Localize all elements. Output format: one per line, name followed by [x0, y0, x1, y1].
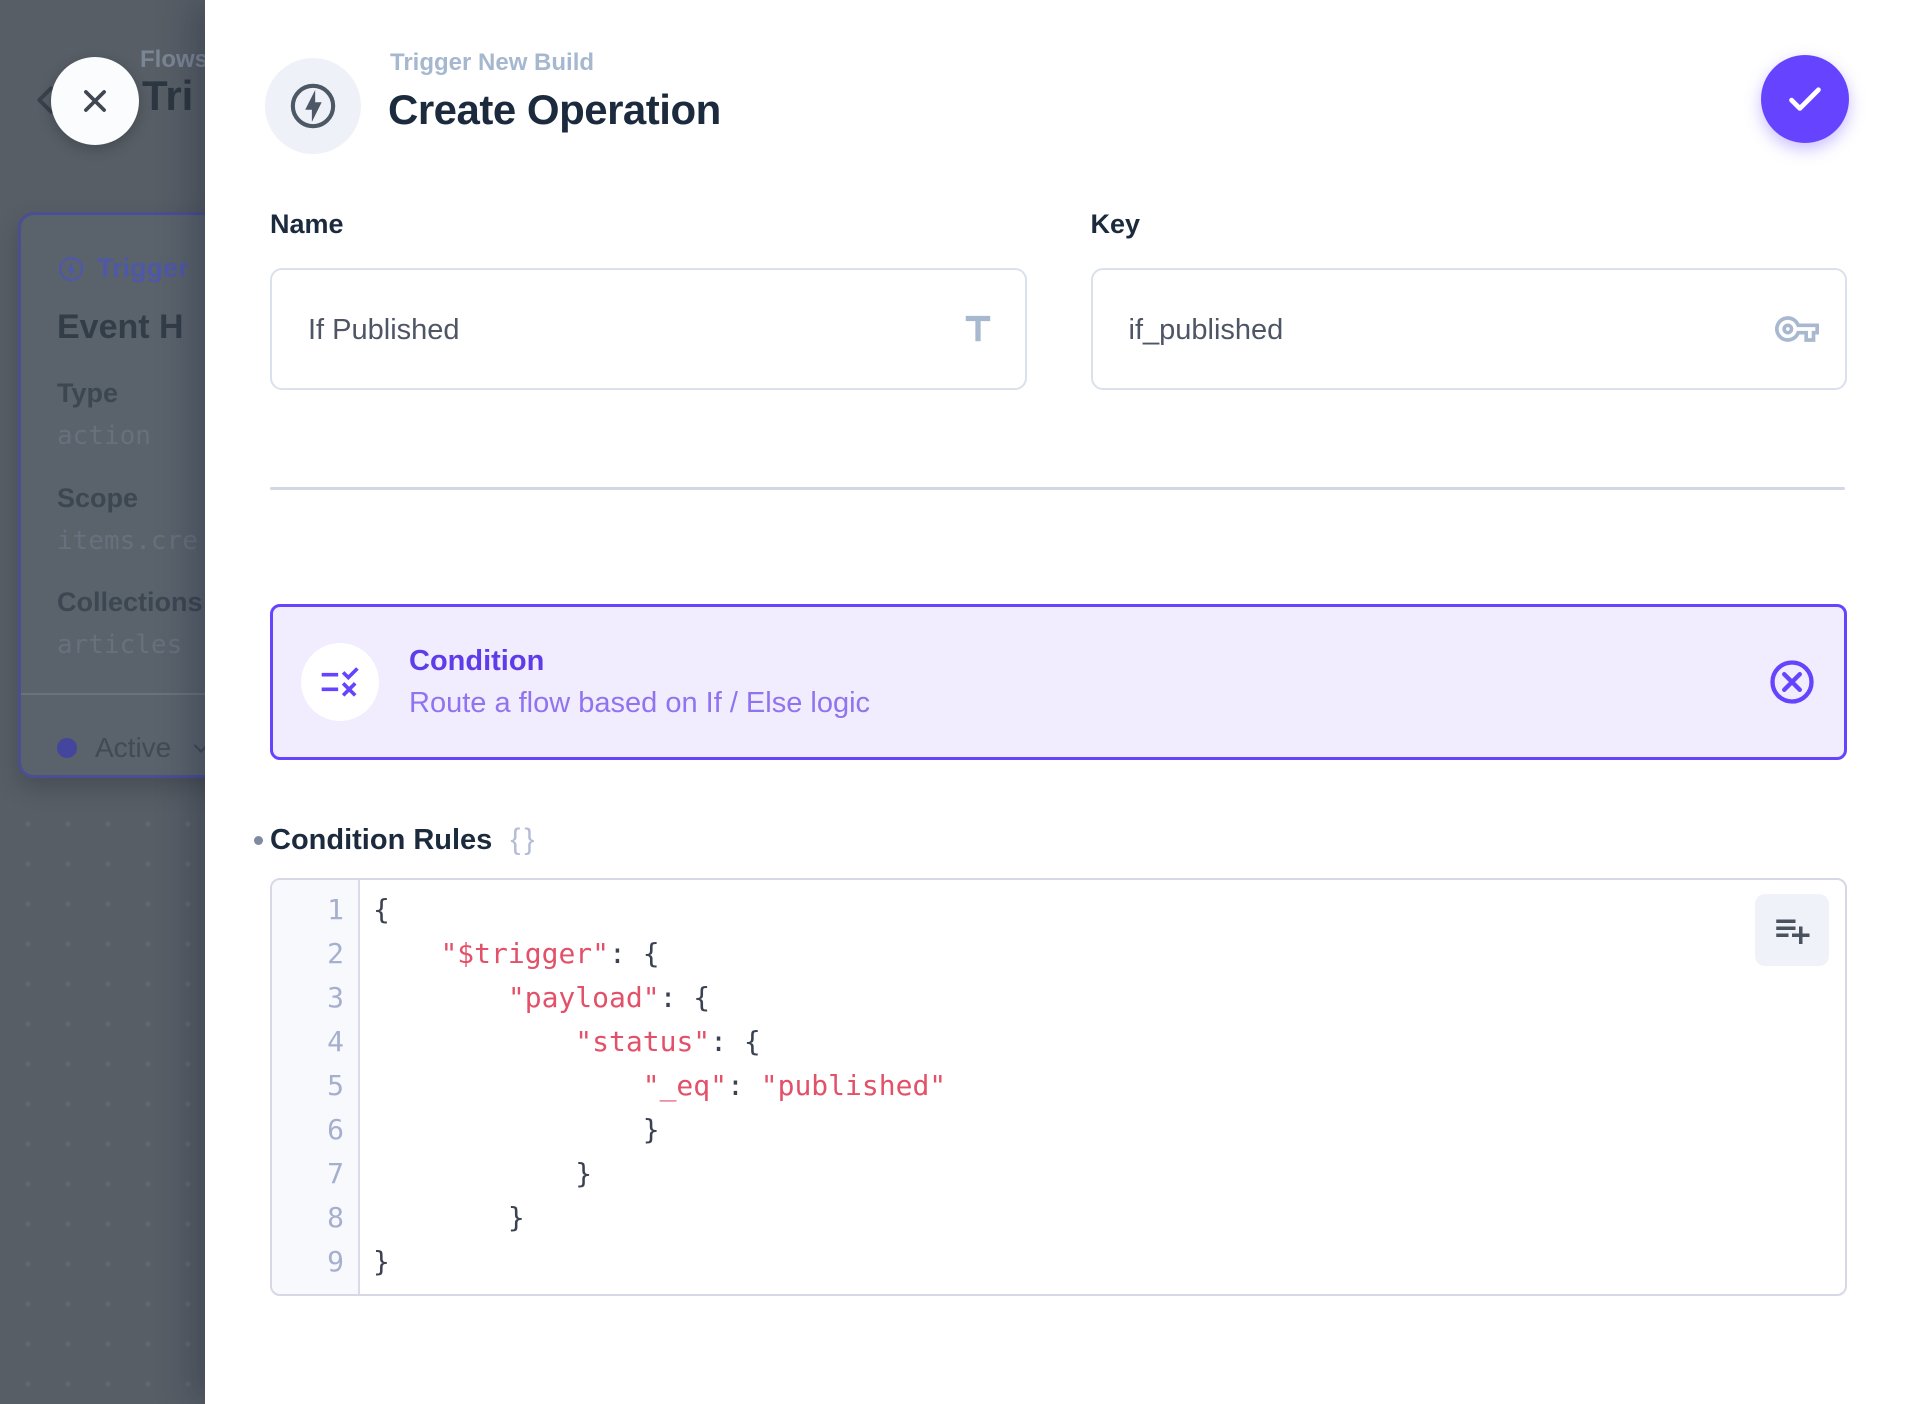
bolt-icon [57, 255, 85, 283]
status-dot [57, 738, 77, 758]
add-template-value-button[interactable] [1755, 894, 1829, 966]
line-number: 5 [272, 1064, 358, 1108]
close-drawer-button[interactable] [51, 57, 139, 145]
key-field-group: Key [1091, 206, 1848, 390]
title-icon [957, 308, 999, 350]
field-label: Collections [57, 587, 203, 618]
field-value: action [57, 421, 151, 451]
check-icon [1782, 76, 1828, 122]
line-number: 6 [272, 1108, 358, 1152]
line-number: 7 [272, 1152, 358, 1196]
field-value: articles [57, 630, 182, 660]
card-divider [21, 693, 205, 695]
condition-rules-label: Condition Rules [270, 824, 492, 857]
form-row: Name Key [270, 206, 1847, 390]
save-button[interactable] [1761, 55, 1849, 143]
code-line[interactable]: "payload": { [373, 976, 1845, 1020]
line-number: 4 [272, 1020, 358, 1064]
create-operation-drawer: Trigger New Build Create Operation Name … [205, 0, 1906, 1404]
code-line[interactable]: } [373, 1152, 1845, 1196]
trigger-card: Trigger Event H Type action Scope items.… [18, 212, 205, 778]
header-icon-circle [265, 58, 361, 154]
condition-panel-text: Condition Route a flow based on If / Els… [409, 644, 870, 720]
drawer-title: Create Operation [388, 82, 721, 138]
line-number: 2 [272, 932, 358, 976]
name-input[interactable] [306, 270, 935, 390]
name-input-wrap [270, 268, 1027, 390]
code-line[interactable]: } [373, 1196, 1845, 1240]
key-input[interactable] [1127, 270, 1756, 390]
playlist-add-icon [1771, 909, 1813, 951]
screen: Flows Tri Trigger Event H Type [0, 0, 1906, 1404]
condition-rules-code-editor[interactable]: 123456789 { "$trigger": { "payload": { "… [270, 878, 1847, 1296]
line-number: 1 [272, 888, 358, 932]
code-lines[interactable]: { "$trigger": { "payload": { "status": {… [360, 880, 1845, 1294]
condition-panel-title: Condition [409, 644, 870, 678]
name-field-label: Name [270, 206, 1027, 242]
condition-rules-heading: Condition Rules {} [270, 820, 538, 860]
code-line[interactable]: "_eq": "published" [373, 1064, 1845, 1108]
edited-indicator-dot [254, 836, 263, 845]
line-number: 9 [272, 1240, 358, 1284]
rule-icon-circle [301, 643, 379, 721]
code-line[interactable]: } [373, 1108, 1845, 1152]
flow-canvas-dot-grid [0, 792, 205, 1404]
json-type-icon: {} [510, 823, 538, 857]
cancel-circle-icon [1766, 656, 1818, 708]
name-field-group: Name [270, 206, 1027, 390]
code-line[interactable]: } [373, 1240, 1845, 1284]
page-title: Tri [142, 72, 193, 120]
trigger-card-label: Trigger [97, 253, 189, 284]
trigger-card-title: Event H [57, 308, 184, 347]
status-dropdown: Active [57, 732, 205, 764]
condition-operation-panel[interactable]: Condition Route a flow based on If / Els… [270, 604, 1847, 760]
close-icon [74, 80, 116, 122]
field-value: items.cre [57, 526, 198, 556]
line-number: 8 [272, 1196, 358, 1240]
flows-page-backdrop: Flows Tri Trigger Event H Type [0, 0, 205, 1404]
remove-condition-button[interactable] [1766, 656, 1818, 708]
condition-panel-subtitle: Route a flow based on If / Else logic [409, 686, 870, 720]
rule-icon [318, 660, 362, 704]
field-label: Scope [57, 483, 138, 514]
section-divider [270, 487, 1845, 490]
code-line[interactable]: "$trigger": { [373, 932, 1845, 976]
drawer-breadcrumb: Trigger New Build [390, 48, 594, 78]
key-field-label: Key [1091, 206, 1848, 242]
trigger-card-header: Trigger [57, 253, 189, 284]
breadcrumb: Flows [140, 46, 205, 74]
line-number: 3 [272, 976, 358, 1020]
code-gutter: 123456789 [272, 880, 360, 1294]
status-label: Active [95, 732, 171, 764]
key-icon [1775, 307, 1819, 351]
field-label: Type [57, 378, 118, 409]
key-input-wrap [1091, 268, 1848, 390]
code-line[interactable]: "status": { [373, 1020, 1845, 1064]
code-line[interactable]: { [373, 888, 1845, 932]
chevron-down-icon [189, 736, 205, 760]
bolt-icon [287, 80, 339, 132]
